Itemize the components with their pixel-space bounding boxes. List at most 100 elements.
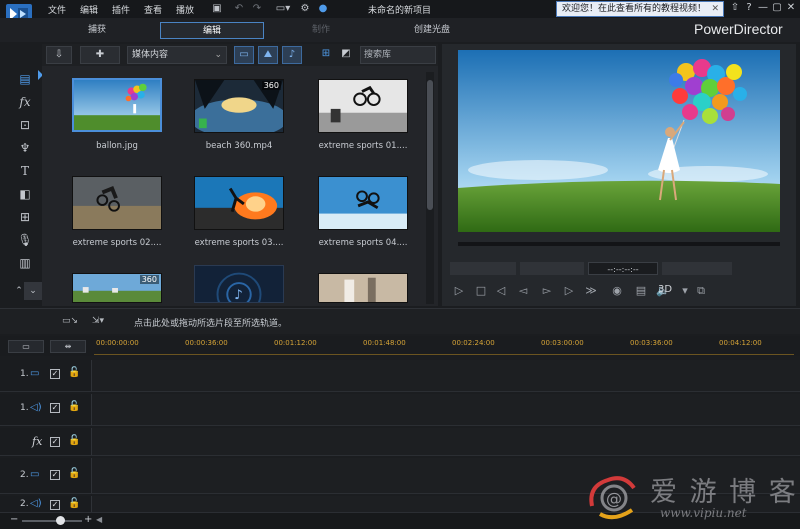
media-thumbnail-beach-360[interactable]: 360 — [194, 79, 284, 133]
lock-icon[interactable]: 🔓 — [68, 435, 80, 446]
track-enable-checkbox[interactable]: ✓ — [50, 369, 60, 379]
media-thumbnail-landscape-360[interactable]: 360 — [72, 273, 162, 303]
media-thumbnail-music[interactable]: ♪ — [194, 265, 284, 303]
preview-quality-select[interactable] — [662, 262, 732, 275]
chevron-down-icon[interactable]: ⌄ — [24, 282, 42, 300]
subtitle-icon[interactable]: ▤ — [634, 284, 648, 298]
media-thumbnail-extreme-sports-04[interactable] — [318, 176, 408, 230]
track-enable-checkbox[interactable]: ✓ — [50, 500, 60, 510]
save-icon[interactable]: ▣ — [210, 2, 224, 15]
grid-view-button[interactable]: ⊞ — [316, 46, 336, 64]
import-media-button[interactable]: ⇩ — [46, 46, 72, 64]
tab-capture[interactable]: 捕获 — [62, 22, 132, 39]
effect-room-icon[interactable]: fx — [16, 93, 34, 111]
zoom-slider[interactable] — [22, 520, 82, 522]
media-thumbnail-extreme-sports-01[interactable] — [318, 79, 408, 133]
next-frame-icon[interactable]: ▷ — [562, 284, 576, 298]
filter-audio-button[interactable]: ♪ — [282, 46, 302, 64]
filter-image-button[interactable]: ⛰ — [258, 46, 278, 64]
previous-frame-icon[interactable]: ◁ — [494, 284, 508, 298]
zoom-out-icon[interactable]: − — [10, 514, 18, 525]
3d-mode-button[interactable]: 3D — [658, 284, 672, 295]
lock-icon[interactable]: 🔓 — [68, 468, 80, 479]
fx-track-icon: fx — [32, 435, 43, 448]
track-lane[interactable] — [94, 360, 800, 391]
notification-icon[interactable]: ● — [316, 2, 330, 15]
plugin-button[interactable]: ✚ — [80, 46, 120, 64]
watermark-logo: @ — [589, 476, 636, 520]
tab-create-disc[interactable]: 创建光盘 — [382, 22, 482, 39]
room-rail: ▤ fx ⊡ ♆ T ◧ ⊞ 🎙 ▥ ⌃ ⌄ — [10, 62, 42, 302]
audio-mixing-room-icon[interactable]: ⊞ — [16, 208, 34, 226]
scrollbar-thumb[interactable] — [427, 80, 433, 210]
maximize-icon[interactable]: ▢ — [771, 2, 783, 13]
transition-room-icon[interactable]: ◧ — [16, 185, 34, 203]
chapter-room-icon[interactable]: ▥ — [16, 254, 34, 272]
lock-icon[interactable]: 🔓 — [68, 401, 80, 412]
aspect-ratio-icon[interactable]: ▭▾ — [272, 2, 294, 15]
chevron-down-icon: ⌄ — [214, 50, 222, 60]
tab-edit[interactable]: 编辑 — [160, 22, 264, 39]
media-content-select[interactable]: 媒体内容 ⌄ — [127, 46, 227, 64]
media-room-icon[interactable]: ▤ — [16, 70, 34, 88]
menu-playback[interactable]: 播放 — [176, 3, 194, 16]
storyboard-view-button[interactable]: ⇹ — [50, 340, 86, 353]
clip-mode-button[interactable] — [450, 262, 516, 275]
media-thumbnail-extreme-sports-02[interactable] — [72, 176, 162, 230]
timeline-ruler[interactable]: ▭ ⇹ 00:00:00:00 00:00:36:00 00:01:12:00 … — [0, 336, 800, 356]
timecode-display[interactable]: --:--:--:-- — [588, 262, 658, 275]
track-lane[interactable] — [94, 394, 800, 425]
tab-produce[interactable]: 制作 — [286, 22, 356, 39]
menu-view[interactable]: 查看 — [144, 3, 162, 16]
insert-mode-icon[interactable]: ▭↘ — [62, 316, 78, 326]
frame-back-icon[interactable]: ◅ — [516, 284, 530, 298]
media-thumbnail-runner[interactable] — [318, 273, 408, 303]
zoom-in-icon[interactable]: + — [84, 514, 92, 525]
close-window-icon[interactable]: ✕ — [785, 2, 797, 13]
video-track-icon: ▭ — [30, 469, 40, 480]
track-lane[interactable] — [94, 428, 800, 455]
ruler-tick-label: 00:03:00:00 — [541, 339, 584, 347]
voice-over-room-icon[interactable]: 🎙 — [16, 231, 34, 249]
menu-file[interactable]: 文件 — [48, 3, 66, 16]
library-scrollbar[interactable] — [426, 72, 434, 304]
undock-preview-icon[interactable]: ⧉ — [694, 284, 708, 298]
lock-icon[interactable]: 🔓 — [68, 367, 80, 378]
filter-video-button[interactable]: ▭ — [234, 46, 254, 64]
display-options-button[interactable]: ◩ — [338, 46, 354, 64]
360-badge: 360 — [261, 81, 281, 90]
title-room-icon[interactable]: T — [16, 162, 34, 180]
upgrade-icon[interactable]: ⇧ — [729, 2, 741, 13]
library-search-input[interactable]: 搜索库 — [360, 46, 436, 64]
zoom-slider-handle[interactable] — [56, 516, 65, 525]
redo-icon[interactable]: ↷ — [250, 2, 264, 15]
fast-forward-icon[interactable]: ≫ — [584, 284, 598, 298]
track-enable-checkbox[interactable]: ✓ — [50, 403, 60, 413]
stop-icon[interactable]: □ — [474, 284, 488, 298]
chevron-down-icon[interactable]: ▾ — [678, 284, 692, 298]
pip-room-icon[interactable]: ⊡ — [16, 116, 34, 134]
overwrite-mode-icon[interactable]: ⇲▾ — [92, 316, 104, 326]
lock-icon[interactable]: 🔓 — [68, 498, 80, 509]
preview-seek-bar[interactable] — [458, 242, 780, 246]
media-thumbnail-ballon[interactable] — [72, 78, 162, 132]
media-thumbnail-extreme-sports-03[interactable] — [194, 176, 284, 230]
movie-mode-button[interactable] — [520, 262, 584, 275]
particle-room-icon[interactable]: ♆ — [16, 139, 34, 157]
menu-edit[interactable]: 编辑 — [80, 3, 98, 16]
frame-forward-icon[interactable]: ▻ — [540, 284, 554, 298]
help-button[interactable]: ? — [743, 2, 755, 13]
undo-icon[interactable]: ↶ — [232, 2, 246, 15]
tutorial-notice[interactable]: 欢迎您！在此查看所有的教程视频！ ✕ — [556, 1, 724, 17]
play-icon[interactable]: ▷ — [452, 284, 466, 298]
settings-icon[interactable]: ⚙ — [298, 2, 312, 15]
snapshot-icon[interactable]: ◉ — [610, 284, 624, 298]
scroll-left-icon[interactable]: ◀ — [96, 515, 102, 524]
timeline-view-button[interactable]: ▭ — [8, 340, 44, 353]
track-enable-checkbox[interactable]: ✓ — [50, 437, 60, 447]
grid-icon: ⊞ — [321, 48, 331, 59]
minimize-icon[interactable]: — — [757, 2, 769, 13]
close-icon[interactable]: ✕ — [711, 2, 719, 16]
track-enable-checkbox[interactable]: ✓ — [50, 470, 60, 480]
menu-plugins[interactable]: 插件 — [112, 3, 130, 16]
